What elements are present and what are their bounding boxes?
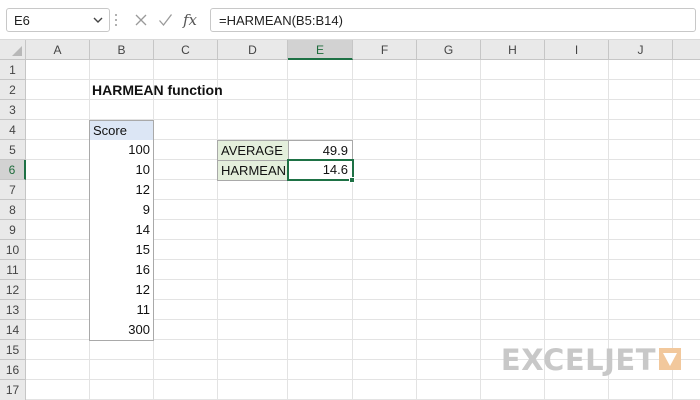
row-header-15[interactable]: 15: [0, 340, 26, 360]
score-cell[interactable]: 300: [89, 320, 154, 341]
row-header-10[interactable]: 10: [0, 240, 26, 260]
exceljet-logo: EXCELJET: [501, 344, 682, 376]
column-header-g[interactable]: G: [417, 40, 481, 60]
row-header-11[interactable]: 11: [0, 260, 26, 280]
gridline: [26, 379, 700, 380]
row-header-8[interactable]: 8: [0, 200, 26, 220]
formula-input[interactable]: =HARMEAN(B5:B14): [210, 8, 696, 32]
row-header-1[interactable]: 1: [0, 60, 26, 80]
row-header-9[interactable]: 9: [0, 220, 26, 240]
enter-icon[interactable]: [158, 13, 173, 27]
column-header-a[interactable]: A: [26, 40, 90, 60]
score-cell[interactable]: 11: [89, 300, 154, 321]
score-cell[interactable]: 9: [89, 200, 154, 221]
row-header-13[interactable]: 13: [0, 300, 26, 320]
row-header-5[interactable]: 5: [0, 140, 26, 160]
score-cell[interactable]: 10: [89, 160, 154, 181]
select-all-corner[interactable]: [0, 40, 26, 60]
average-value-cell[interactable]: 49.9: [288, 140, 353, 161]
row-header-7[interactable]: 7: [0, 180, 26, 200]
column-header-e[interactable]: E: [288, 40, 353, 60]
row-header-6[interactable]: 6: [0, 160, 26, 180]
score-header-cell[interactable]: Score: [89, 120, 154, 141]
column-header-d[interactable]: D: [218, 40, 288, 60]
exceljet-logo-text: EXCELJET: [500, 343, 656, 377]
fx-icon[interactable]: fx: [182, 11, 200, 29]
sheet-title[interactable]: HARMEAN function: [92, 80, 292, 100]
score-cell[interactable]: 16: [89, 260, 154, 281]
row-header-12[interactable]: 12: [0, 280, 26, 300]
score-cell[interactable]: 100: [89, 140, 154, 161]
formula-buttons: fx: [126, 8, 202, 32]
svg-text:fx: fx: [182, 11, 198, 29]
row-header-17[interactable]: 17: [0, 380, 26, 400]
gridline: [416, 60, 417, 400]
row-header-2[interactable]: 2: [0, 80, 26, 100]
harmean-label-cell[interactable]: HARMEAN: [217, 160, 289, 181]
exceljet-logo-mark: [659, 348, 681, 370]
score-cell[interactable]: 14: [89, 220, 154, 241]
gridline: [287, 60, 288, 400]
column-header-c[interactable]: C: [154, 40, 218, 60]
row-header-14[interactable]: 14: [0, 320, 26, 340]
harmean-value-cell-selected[interactable]: 14.6: [287, 159, 354, 181]
score-cell[interactable]: 12: [89, 280, 154, 301]
column-header-f[interactable]: F: [353, 40, 417, 60]
chevron-down-icon[interactable]: [93, 16, 103, 24]
row-header-4[interactable]: 4: [0, 120, 26, 140]
fill-handle[interactable]: [349, 177, 355, 183]
column-header-j[interactable]: J: [609, 40, 673, 60]
name-box-value: E6: [14, 13, 30, 28]
name-box[interactable]: E6: [6, 8, 110, 32]
column-header-k-partial[interactable]: [673, 40, 700, 60]
gridline: [480, 60, 481, 400]
average-label-cell[interactable]: AVERAGE: [217, 140, 289, 161]
score-cell[interactable]: 12: [89, 180, 154, 201]
score-cell[interactable]: 15: [89, 240, 154, 261]
column-header-h[interactable]: H: [481, 40, 545, 60]
gridline: [352, 60, 353, 400]
column-header-i[interactable]: I: [545, 40, 609, 60]
column-header-b[interactable]: B: [90, 40, 154, 60]
row-header-3[interactable]: 3: [0, 100, 26, 120]
cancel-icon[interactable]: [134, 13, 148, 27]
gridline: [217, 60, 218, 400]
formula-text: =HARMEAN(B5:B14): [219, 13, 343, 28]
separator-dots: [115, 10, 117, 30]
row-header-16[interactable]: 16: [0, 360, 26, 380]
